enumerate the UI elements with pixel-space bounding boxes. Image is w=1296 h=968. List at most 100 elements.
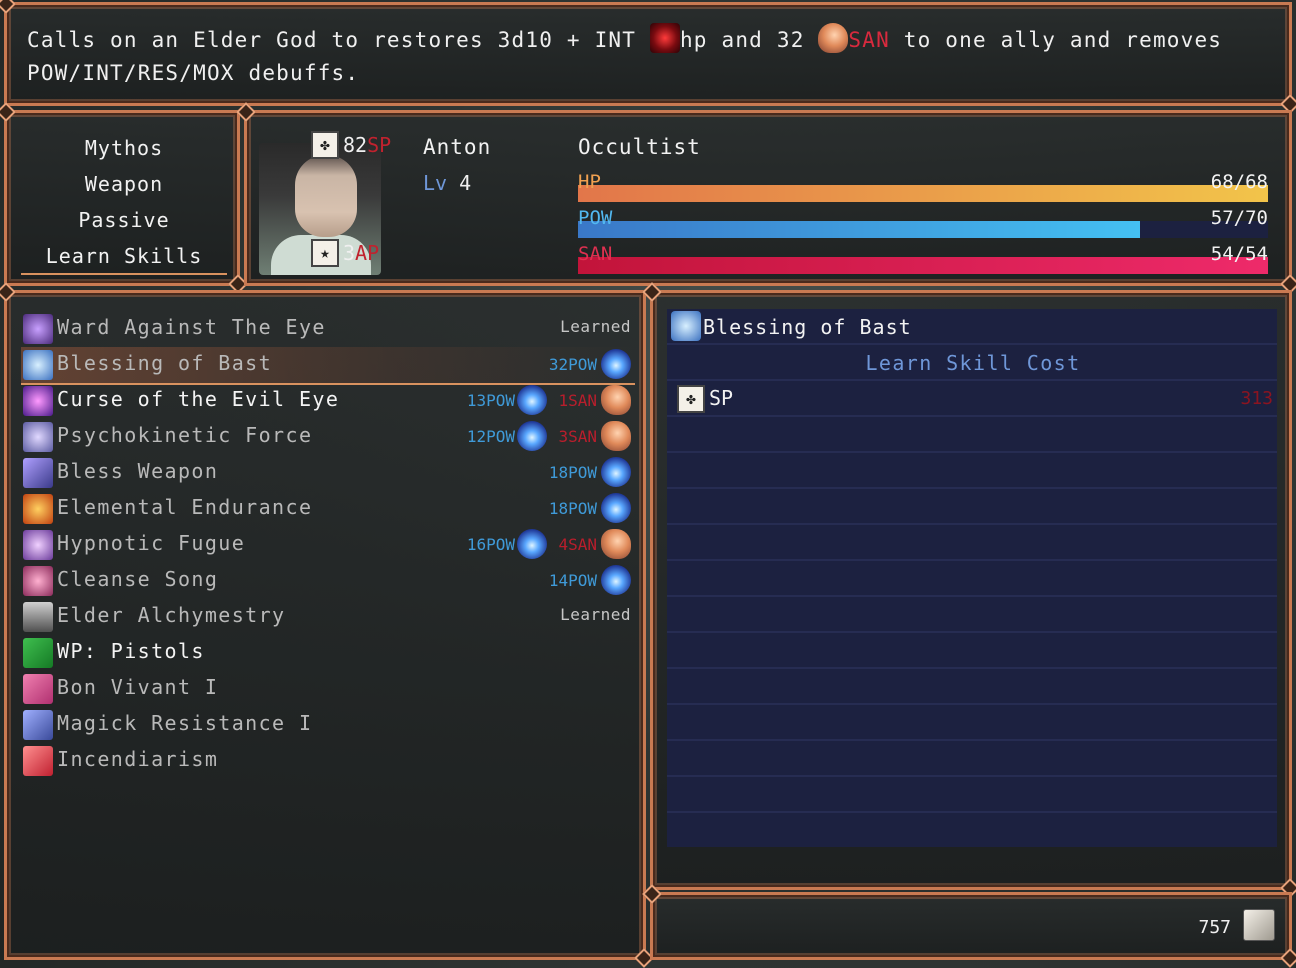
skill-pow-cost: 14POW (548, 571, 597, 590)
sp-value: 82 (343, 133, 368, 157)
skill-pow-cost: 18POW (548, 463, 597, 482)
pow-icon (601, 349, 631, 379)
skill-pow-cost: 12POW (466, 427, 515, 446)
skill-name: Bon Vivant I (57, 675, 219, 699)
hp-gauge-label: HP (578, 171, 601, 193)
pistol-icon (23, 638, 53, 668)
skill-name: Psychokinetic Force (57, 423, 313, 447)
help-window: Calls on an Elder God to restores 3d10 +… (4, 2, 1292, 106)
pow-gauge-label: POW (578, 207, 613, 229)
skill-san-cost: 1SAN (558, 391, 597, 410)
pow-icon (601, 565, 631, 595)
actor-class: Occultist (578, 135, 701, 159)
money-icon (1243, 909, 1275, 941)
desc-part1: Calls on an Elder God to restores 3d10 +… (27, 28, 650, 52)
alchemy-icon (23, 602, 53, 632)
sp-cost-icon: ✤ (677, 385, 705, 413)
skill-name: Elemental Endurance (57, 495, 313, 519)
skill-name: Magick Resistance I (57, 711, 313, 735)
san-icon (601, 421, 631, 451)
menu-item-learn-skills[interactable]: Learn Skills (21, 239, 227, 275)
ap-unit: AP (355, 241, 380, 265)
skill-row[interactable]: Hypnotic Fugue 16POW 4SAN (21, 527, 635, 563)
skill-name: Hypnotic Fugue (57, 531, 246, 555)
skill-pow-cost: 13POW (466, 391, 515, 410)
skill-row[interactable]: Elder Alchymestry Learned (21, 599, 635, 635)
skill-san-cost: 3SAN (558, 427, 597, 446)
cleanse-song-icon (23, 566, 53, 596)
level-label: Lv (423, 171, 448, 195)
pow-gauge-value: 57/70 (1210, 207, 1268, 229)
skill-row[interactable]: Bless Weapon 18POW (21, 455, 635, 491)
skill-row[interactable]: Incendiarism (21, 743, 635, 779)
bast-blessing-icon (23, 350, 53, 380)
gold-window: 757 (650, 892, 1292, 960)
desc-san-word: SAN (848, 28, 890, 52)
skill-type-menu: Mythos Weapon Passive Learn Skills (4, 110, 240, 286)
ap-display: 3AP (343, 241, 379, 265)
ap-value: 3 (343, 241, 356, 265)
hypnotic-icon (23, 530, 53, 560)
skill-row[interactable]: WP: Pistols (21, 635, 635, 671)
skill-name: Curse of the Evil Eye (57, 387, 340, 411)
actor-level: Lv 4 (423, 171, 471, 195)
menu-item-passive[interactable]: Passive (21, 203, 227, 237)
eye-ward-icon (23, 314, 53, 344)
detail-skill-title: Blessing of Bast (703, 315, 912, 339)
hp-icon (649, 23, 680, 53)
skill-name: Elder Alchymestry (57, 603, 286, 627)
san-gauge-fill (578, 257, 1268, 274)
sp-cost-value: 313 (1240, 388, 1273, 409)
skill-learned-status: Learned (560, 605, 631, 624)
san-gauge-label: SAN (578, 243, 613, 265)
pow-icon (517, 421, 547, 451)
cost-list (667, 309, 1277, 847)
hp-gauge-fill (578, 185, 1268, 202)
skill-pow-cost: 18POW (548, 499, 597, 518)
san-gauge-value: 54/54 (1210, 243, 1268, 265)
incendiary-icon (23, 746, 53, 776)
menu-item-weapon[interactable]: Weapon (21, 167, 227, 201)
elemental-icon (23, 494, 53, 524)
skill-name: Blessing of Bast (57, 351, 273, 375)
pow-icon (601, 457, 631, 487)
sp-display: 82SP (343, 133, 391, 157)
bon-vivant-icon (23, 674, 53, 704)
hp-gauge: HP 68/68 (578, 169, 1268, 202)
actor-status-window: ✤ 82SP ★ 3AP Anton Lv 4 Occultist HP 68/… (244, 110, 1292, 286)
hp-gauge-value: 68/68 (1210, 171, 1268, 193)
skill-row[interactable]: Magick Resistance I (21, 707, 635, 743)
sp-unit: SP (367, 133, 392, 157)
skill-row[interactable]: Ward Against The Eye Learned (21, 311, 635, 347)
skill-name: Bless Weapon (57, 459, 219, 483)
skill-row[interactable]: Elemental Endurance 18POW (21, 491, 635, 527)
skill-description: Calls on an Elder God to restores 3d10 +… (27, 23, 1269, 90)
skill-row[interactable]: Blessing of Bast 32POW (21, 347, 635, 385)
psychokinetic-icon (23, 422, 53, 452)
skill-name: Cleanse Song (57, 567, 219, 591)
pow-icon (517, 529, 547, 559)
skill-row[interactable]: Bon Vivant I (21, 671, 635, 707)
san-icon (601, 529, 631, 559)
skill-name: Incendiarism (57, 747, 219, 771)
skill-cost-window: Blessing of Bast Learn Skill Cost ✤ SP 3… (650, 290, 1292, 890)
sp-cost-label: SP (709, 386, 734, 410)
skill-name: WP: Pistols (57, 639, 205, 663)
desc-part3: to one ally and removes (889, 28, 1223, 52)
san-gauge: SAN 54/54 (578, 241, 1268, 274)
skill-row[interactable]: Cleanse Song 14POW (21, 563, 635, 599)
evil-eye-icon (23, 386, 53, 416)
skill-list-window: Ward Against The Eye Learned Blessing of B… (4, 290, 646, 960)
gold-amount: 757 (1198, 917, 1231, 938)
menu-item-mythos[interactable]: Mythos (21, 131, 227, 165)
skill-row[interactable]: Curse of the Evil Eye 13POW 1SAN (21, 383, 635, 419)
skill-row[interactable]: Psychokinetic Force 12POW 3SAN (21, 419, 635, 455)
pow-icon (601, 493, 631, 523)
pow-gauge-fill (578, 221, 1140, 238)
portrait-face (295, 155, 357, 237)
pow-gauge: POW 57/70 (578, 205, 1268, 238)
san-icon (818, 23, 849, 53)
skill-learned-status: Learned (560, 317, 631, 336)
sp-icon: ✤ (311, 131, 339, 159)
bast-blessing-icon (671, 311, 701, 341)
